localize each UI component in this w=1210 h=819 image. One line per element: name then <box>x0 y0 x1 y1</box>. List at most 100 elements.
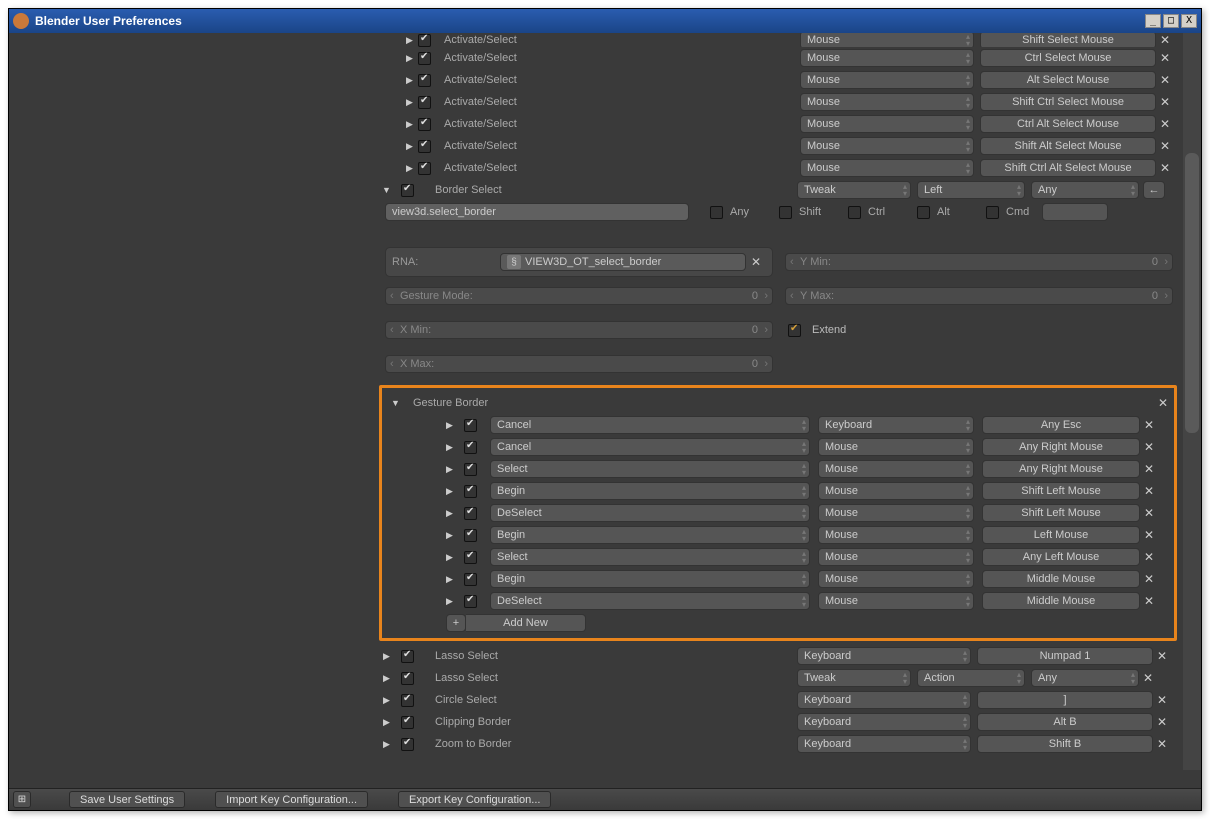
opt1-dropdown[interactable]: Action▴▾ <box>917 669 1025 687</box>
enable-checkbox[interactable] <box>464 551 477 564</box>
enable-checkbox[interactable] <box>418 140 431 153</box>
type-dropdown[interactable]: Mouse▴▾ <box>818 482 974 500</box>
expand-icon[interactable]: ▶ <box>381 673 392 684</box>
type-dropdown[interactable]: Mouse▴▾ <box>800 93 974 111</box>
binding-button[interactable]: ] <box>977 691 1153 709</box>
enable-checkbox[interactable] <box>418 34 431 47</box>
type-dropdown[interactable]: Mouse▴▾ <box>818 438 974 456</box>
type-dropdown[interactable]: Mouse▴▾ <box>818 526 974 544</box>
binding-button[interactable]: Shift Left Mouse <box>982 482 1140 500</box>
delete-icon[interactable]: ✕ <box>1139 671 1157 685</box>
add-new-button[interactable]: Add New <box>466 614 586 632</box>
enable-checkbox[interactable] <box>418 96 431 109</box>
maximize-button[interactable]: □ <box>1163 14 1179 28</box>
enable-checkbox[interactable] <box>464 573 477 586</box>
type-dropdown[interactable]: Mouse▴▾ <box>818 460 974 478</box>
delete-icon[interactable]: ✕ <box>1153 693 1171 707</box>
gesture-mode-field[interactable]: Gesture Mode:0 <box>385 287 773 305</box>
expand-icon[interactable]: ▶ <box>404 97 415 108</box>
type-dropdown[interactable]: Keyboard▴▾ <box>797 691 971 709</box>
binding-button[interactable]: Numpad 1 <box>977 647 1153 665</box>
enable-checkbox[interactable] <box>418 52 431 65</box>
operator-input[interactable]: view3d.select_border <box>385 203 689 221</box>
binding-button[interactable]: Alt Select Mouse <box>980 71 1156 89</box>
enable-checkbox[interactable] <box>401 650 414 663</box>
expand-icon[interactable]: ▶ <box>404 75 415 86</box>
titlebar[interactable]: Blender User Preferences _ □ X <box>9 9 1201 33</box>
enable-checkbox[interactable] <box>401 184 414 197</box>
binding-button[interactable]: Any Esc <box>982 416 1140 434</box>
enable-checkbox[interactable] <box>464 595 477 608</box>
delete-icon[interactable]: ✕ <box>1156 51 1174 65</box>
action-dropdown[interactable]: Begin▴▾ <box>490 482 810 500</box>
extra-key-field[interactable] <box>1042 203 1108 221</box>
action-dropdown[interactable]: Begin▴▾ <box>490 526 810 544</box>
mod-shift-checkbox[interactable] <box>779 206 792 219</box>
enable-checkbox[interactable] <box>464 419 477 432</box>
expand-icon[interactable]: ▶ <box>381 651 392 662</box>
expand-icon[interactable]: ▶ <box>404 141 415 152</box>
action-dropdown[interactable]: DeSelect▴▾ <box>490 592 810 610</box>
enable-checkbox[interactable] <box>401 694 414 707</box>
binding-button[interactable]: Ctrl Alt Select Mouse <box>980 115 1156 133</box>
delete-icon[interactable]: ✕ <box>1156 95 1174 109</box>
binding-button[interactable]: Shift Left Mouse <box>982 504 1140 522</box>
binding-button[interactable]: Alt B <box>977 713 1153 731</box>
action-dropdown[interactable]: DeSelect▴▾ <box>490 504 810 522</box>
expand-icon[interactable]: ▶ <box>404 35 415 46</box>
type-dropdown[interactable]: Mouse▴▾ <box>800 71 974 89</box>
type-dropdown[interactable]: Keyboard▴▾ <box>797 713 971 731</box>
delete-icon[interactable]: ✕ <box>1140 440 1158 454</box>
expand-icon[interactable]: ▶ <box>444 552 455 563</box>
delete-icon[interactable]: ✕ <box>1140 550 1158 564</box>
enable-checkbox[interactable] <box>418 118 431 131</box>
enable-checkbox[interactable] <box>464 529 477 542</box>
delete-icon[interactable]: ✕ <box>1153 649 1171 663</box>
type-dropdown[interactable]: Tweak▴▾ <box>797 669 911 687</box>
delete-icon[interactable]: ✕ <box>1156 73 1174 87</box>
expand-icon[interactable]: ▶ <box>444 464 455 475</box>
xmax-field[interactable]: X Max:0 <box>385 355 773 373</box>
delete-icon[interactable]: ✕ <box>1156 161 1174 175</box>
type-dropdown[interactable]: Mouse▴▾ <box>818 548 974 566</box>
save-settings-button[interactable]: Save User Settings <box>69 791 185 808</box>
expand-icon[interactable]: ▶ <box>404 119 415 130</box>
action-dropdown[interactable]: Select▴▾ <box>490 548 810 566</box>
menu-icon[interactable]: ⊞ <box>13 791 31 808</box>
enable-checkbox[interactable] <box>418 162 431 175</box>
minimize-button[interactable]: _ <box>1145 14 1161 28</box>
delete-icon[interactable]: ✕ <box>1140 462 1158 476</box>
extend-checkbox[interactable] <box>788 324 801 337</box>
type-dropdown[interactable]: Keyboard▴▾ <box>818 416 974 434</box>
mod-any-checkbox[interactable] <box>710 206 723 219</box>
delete-icon[interactable]: ✕ <box>1156 117 1174 131</box>
type-dropdown[interactable]: Mouse▴▾ <box>800 115 974 133</box>
enable-checkbox[interactable] <box>418 74 431 87</box>
expand-icon[interactable]: ▶ <box>381 717 392 728</box>
enable-checkbox[interactable] <box>464 463 477 476</box>
mod-alt-checkbox[interactable] <box>917 206 930 219</box>
delete-icon[interactable]: ✕ <box>1140 484 1158 498</box>
collapse-icon[interactable]: ▼ <box>381 185 392 195</box>
enable-checkbox[interactable] <box>401 716 414 729</box>
delete-icon[interactable]: ✕ <box>1156 139 1174 153</box>
binding-button[interactable]: Shift Select Mouse <box>980 33 1156 47</box>
enable-checkbox[interactable] <box>464 507 477 520</box>
delete-icon[interactable]: ✕ <box>1156 33 1174 47</box>
expand-icon[interactable]: ▶ <box>444 596 455 607</box>
type-dropdown[interactable]: Mouse▴▾ <box>800 159 974 177</box>
enable-checkbox[interactable] <box>464 441 477 454</box>
expand-icon[interactable]: ▶ <box>444 486 455 497</box>
expand-icon[interactable]: ▶ <box>444 420 455 431</box>
rna-field[interactable]: § VIEW3D_OT_select_border <box>500 253 746 271</box>
binding-button[interactable]: Shift Alt Select Mouse <box>980 137 1156 155</box>
tweak-value-dropdown[interactable]: Left▴▾ <box>917 181 1025 199</box>
export-config-button[interactable]: Export Key Configuration... <box>398 791 551 808</box>
binding-button[interactable]: Shift Ctrl Alt Select Mouse <box>980 159 1156 177</box>
binding-button[interactable]: Any Right Mouse <box>982 460 1140 478</box>
xmin-field[interactable]: X Min:0 <box>385 321 773 339</box>
delete-group-icon[interactable]: ✕ <box>1154 396 1172 410</box>
expand-icon[interactable]: ▶ <box>404 53 415 64</box>
type-dropdown[interactable]: Mouse▴▾ <box>800 33 974 47</box>
delete-icon[interactable]: ✕ <box>1140 506 1158 520</box>
